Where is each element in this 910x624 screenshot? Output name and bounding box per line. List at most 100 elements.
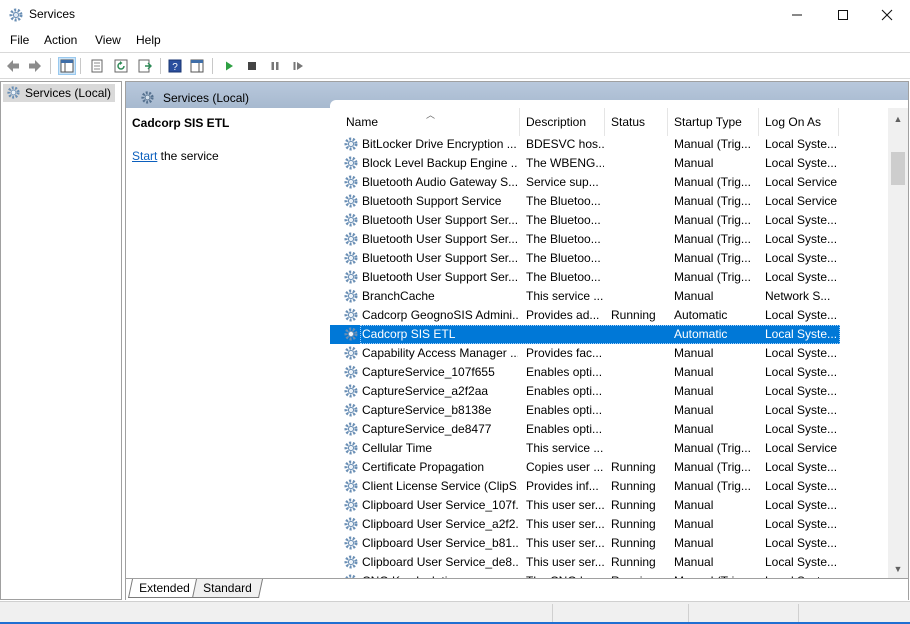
scrollbar-thumb[interactable] <box>891 152 905 185</box>
menu-help[interactable]: Help <box>136 33 161 47</box>
scroll-down-icon[interactable]: ▼ <box>888 560 908 577</box>
cell-name: Block Level Backup Engine ... <box>362 156 518 170</box>
cell-description: This user ser... <box>526 536 604 550</box>
table-row[interactable]: BitLocker Drive Encryption ... BDESVC hos… <box>330 135 840 154</box>
table-row[interactable]: Clipboard User Service_a2f2... This user … <box>330 515 840 534</box>
table-row[interactable]: Clipboard User Service_107f... This user … <box>330 496 840 515</box>
start-service-link[interactable]: Start <box>132 149 157 163</box>
cell-status <box>611 154 671 173</box>
maximize-button[interactable] <box>820 0 866 30</box>
cell-name: Cellular Time <box>362 441 433 455</box>
vertical-scrollbar[interactable]: ▲ ▼ <box>888 108 908 578</box>
toolbar-separator <box>80 58 81 74</box>
gear-icon <box>344 365 358 379</box>
table-row[interactable]: Cellular Time This service ... Manual (Tri… <box>330 439 840 458</box>
table-row[interactable]: BranchCache This service ... Manual Network… <box>330 287 840 306</box>
tree-item-services-local[interactable]: Services (Local) <box>3 84 116 102</box>
cell-name: Clipboard User Service_107f... <box>362 498 518 512</box>
table-row[interactable]: Client License Service (ClipS... Provides… <box>330 477 840 496</box>
show-hide-console-tree-button[interactable] <box>58 57 76 75</box>
column-header-status[interactable]: Status <box>605 108 668 136</box>
cell-startup-type: Manual <box>674 536 714 550</box>
show-action-pane-button[interactable] <box>188 57 206 75</box>
table-row[interactable]: CaptureService_b8138e Enables opti... Manu… <box>330 401 840 420</box>
table-row[interactable]: Bluetooth User Support Ser... The Bluetoo… <box>330 249 840 268</box>
forward-button[interactable] <box>26 57 44 75</box>
table-row[interactable]: CaptureService_a2f2aa Enables opti... Manu… <box>330 382 840 401</box>
help-icon: ? <box>168 59 182 73</box>
gear-icon <box>344 460 358 474</box>
tab-extended[interactable]: Extended <box>127 579 201 598</box>
cell-startup-type: Automatic <box>674 308 728 322</box>
start-service-suffix: the service <box>157 149 219 163</box>
minimize-button[interactable] <box>774 0 820 30</box>
pause-service-button[interactable] <box>266 57 284 75</box>
cell-name: Certificate Propagation <box>362 460 485 474</box>
back-button[interactable] <box>4 57 22 75</box>
table-row[interactable]: Clipboard User Service_b81... This user s… <box>330 534 840 553</box>
restart-service-button[interactable] <box>289 57 307 75</box>
start-service-button[interactable] <box>220 57 238 75</box>
cell-name: Clipboard User Service_a2f2... <box>362 517 518 531</box>
table-row[interactable]: Block Level Backup Engine ... The WBENG..… <box>330 154 840 173</box>
gear-icon <box>344 498 358 512</box>
toolbar-separator <box>160 58 161 74</box>
table-row[interactable]: Capability Access Manager ... Provides fa… <box>330 344 840 363</box>
table-row[interactable]: Clipboard User Service_de8... This user s… <box>330 553 840 572</box>
menu-file[interactable]: File <box>10 33 29 47</box>
table-row[interactable]: Bluetooth User Support Ser... The Bluetoo… <box>330 268 840 287</box>
cell-log-on-as: Local Service <box>765 194 838 208</box>
table-row[interactable]: Bluetooth Audio Gateway S... Service sup.… <box>330 173 840 192</box>
menu-view[interactable]: View <box>95 33 121 47</box>
pane-header-title: Services (Local) <box>163 91 250 105</box>
cell-status <box>611 249 671 268</box>
table-row[interactable]: Bluetooth Support Service The Bluetoo... M… <box>330 192 840 211</box>
cell-log-on-as: Local Syste... <box>765 555 838 569</box>
cell-name: Bluetooth Support Service <box>362 194 502 208</box>
gear-icon <box>344 441 358 455</box>
scroll-up-icon[interactable]: ▲ <box>888 110 908 127</box>
cell-status <box>611 173 671 192</box>
cell-log-on-as: Local Service <box>765 175 838 189</box>
pause-icon <box>271 62 279 70</box>
gear-icon <box>344 384 358 398</box>
cell-description: Provides fac... <box>526 346 603 360</box>
column-header-name[interactable]: Name <box>340 108 520 136</box>
restart-icon <box>293 62 303 70</box>
cell-startup-type: Manual <box>674 156 714 170</box>
cell-name: CaptureService_a2f2aa <box>362 384 489 398</box>
table-row[interactable]: Bluetooth User Support Ser... The Bluetoo… <box>330 211 840 230</box>
cell-log-on-as: Local Service <box>765 441 838 455</box>
gear-icon <box>344 156 358 170</box>
cell-status <box>611 268 671 287</box>
services-list: ︿ Name Description Status Startup Type L… <box>330 100 908 578</box>
cell-log-on-as: Local Syste... <box>765 460 838 474</box>
properties-button[interactable] <box>88 57 106 75</box>
stop-service-button[interactable] <box>243 57 261 75</box>
close-button[interactable] <box>864 0 910 30</box>
cell-startup-type: Manual <box>674 289 714 303</box>
cell-name: CaptureService_b8138e <box>362 403 492 417</box>
cell-description: This user ser... <box>526 555 604 569</box>
table-row[interactable]: Cadcorp SIS ETL Automatic Local Syste... <box>330 325 840 344</box>
cell-startup-type: Manual <box>674 422 714 436</box>
back-arrow-icon <box>7 60 19 72</box>
column-header-description[interactable]: Description <box>520 108 605 136</box>
table-row[interactable]: Certificate Propagation Copies user ... Ru… <box>330 458 840 477</box>
export-list-button[interactable] <box>136 57 154 75</box>
menu-action[interactable]: Action <box>44 33 77 47</box>
cell-name: Capability Access Manager ... <box>362 346 518 360</box>
cell-startup-type: Manual <box>674 403 714 417</box>
cell-log-on-as: Local Syste... <box>765 422 838 436</box>
column-header-startup-type[interactable]: Startup Type <box>668 108 759 136</box>
help-button[interactable]: ? <box>166 57 184 75</box>
cell-description: Enables opti... <box>526 403 603 417</box>
table-row[interactable]: Bluetooth User Support Ser... The Bluetoo… <box>330 230 840 249</box>
column-header-log-on-as[interactable]: Log On As <box>759 108 839 136</box>
refresh-button[interactable] <box>112 57 130 75</box>
cell-status <box>611 344 671 363</box>
table-row[interactable]: Cadcorp GeognoSIS Admini... Provides ad..… <box>330 306 840 325</box>
tab-standard[interactable]: Standard <box>191 579 263 598</box>
table-row[interactable]: CaptureService_de8477 Enables opti... Manu… <box>330 420 840 439</box>
table-row[interactable]: CaptureService_107f655 Enables opti... Man… <box>330 363 840 382</box>
